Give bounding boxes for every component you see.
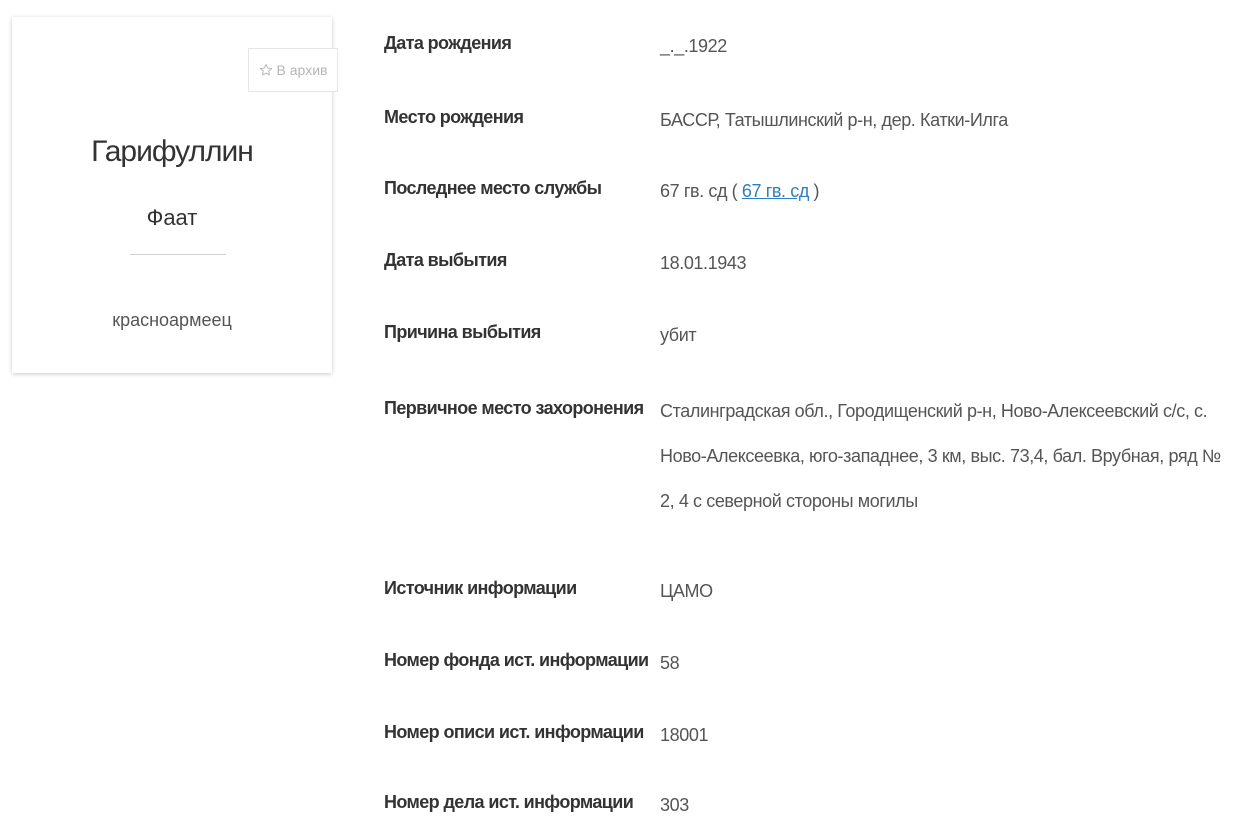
star-outline-icon (259, 63, 272, 76)
detail-value: 303 (660, 795, 689, 815)
detail-label: Источник информации (384, 578, 577, 598)
detail-label: Первичное место захоронения (384, 398, 644, 418)
detail-value: Сталинградская обл., Городищенский р-н, … (660, 401, 1221, 511)
person-surname: Гарифуллин (91, 135, 254, 168)
detail-value: 18001 (660, 725, 709, 745)
detail-value: _._.1922 (660, 36, 727, 56)
detail-label: Номер фонда ист. информации (384, 650, 649, 670)
detail-label: Последнее место службы (384, 178, 602, 198)
service-text-prefix: 67 гв. сд ( (660, 181, 738, 201)
detail-value: ЦАМО (660, 581, 713, 601)
detail-label: Дата выбытия (384, 250, 507, 270)
person-rank: красноармеец (112, 310, 232, 330)
detail-label: Место рождения (384, 107, 524, 127)
detail-value: 67 гв. сд ( 67 гв. сд ) (660, 169, 1236, 214)
service-unit-link[interactable]: 67 гв. сд (742, 181, 809, 201)
detail-label: Номер дела ист. информации (384, 792, 634, 812)
person-first-name: Фаат (146, 205, 198, 230)
divider (130, 254, 226, 255)
detail-label: Дата рождения (384, 33, 512, 53)
archive-button-label: В архив (276, 62, 328, 78)
detail-value: БАССР, Татышлинский р-н, дер. Катки-Илга (660, 110, 1008, 130)
add-to-archive-button[interactable]: В архив (248, 48, 338, 92)
detail-label: Номер описи ист. информации (384, 722, 644, 742)
detail-value: убит (660, 325, 697, 345)
person-card: В архив Гарифуллин Фаат красноармеец (12, 17, 338, 373)
detail-value: 58 (660, 653, 680, 673)
service-text-suffix: ) (813, 181, 820, 201)
detail-label: Причина выбытия (384, 322, 541, 342)
detail-value: 18.01.1943 (660, 253, 747, 273)
